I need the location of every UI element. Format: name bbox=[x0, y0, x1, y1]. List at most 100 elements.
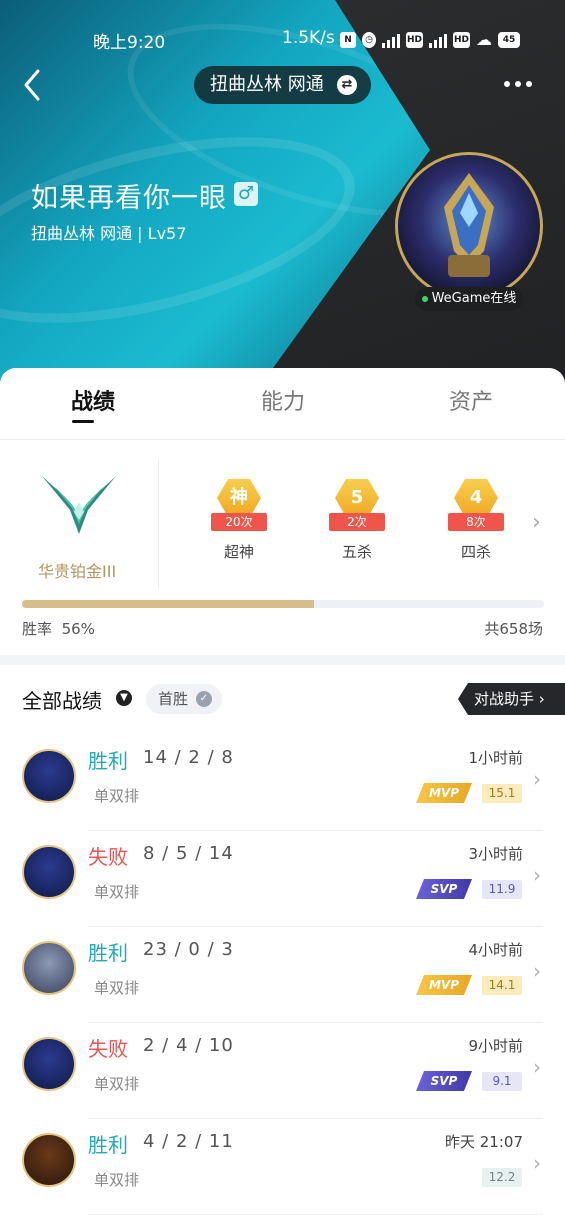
match-row[interactable]: 失败 8 / 5 / 14 单双排 3小时前 SVP 11.9 › bbox=[0, 831, 565, 927]
match-result: 胜利 bbox=[88, 1133, 128, 1157]
match-score: 15.1 bbox=[482, 784, 522, 803]
quadrakill-badge-icon: 4 8次 bbox=[446, 475, 506, 535]
active-tab-indicator bbox=[72, 420, 94, 423]
match-time: 9小时前 bbox=[468, 1037, 523, 1055]
svp-badge-icon: SVP bbox=[416, 879, 472, 899]
first-win-filter[interactable]: 首胜 ✓ bbox=[146, 684, 222, 714]
achievement-quadrakill[interactable]: 4 8次 四杀 bbox=[441, 475, 511, 562]
badge-glyph: 5 bbox=[335, 479, 379, 517]
achievement-pentakill[interactable]: 5 2次 五杀 bbox=[322, 475, 392, 562]
rank-label: 华贵铂金III bbox=[38, 562, 117, 581]
more-dot-icon bbox=[504, 81, 510, 87]
match-row[interactable]: 胜利 14 / 2 / 8 单双排 1小时前 MVP 15.1 › bbox=[0, 735, 565, 831]
more-dot-icon bbox=[526, 81, 532, 87]
server-switcher[interactable]: 扭曲丛林 网通 ⇄ bbox=[194, 66, 371, 104]
match-kda: 2 / 4 / 10 bbox=[143, 1035, 234, 1056]
online-status-badge: WeGame在线 bbox=[415, 287, 523, 311]
platinum-rank-icon[interactable] bbox=[40, 472, 118, 536]
status-time: 晚上9:20 bbox=[93, 33, 166, 53]
match-result: 胜利 bbox=[88, 749, 128, 773]
network-speed: 1.5K/s bbox=[282, 28, 335, 48]
total-games: 共658场 bbox=[484, 620, 543, 638]
champion-avatar bbox=[22, 1133, 76, 1187]
achievement-label: 超神 bbox=[223, 543, 254, 561]
signal-icon bbox=[382, 32, 400, 48]
player-avatar[interactable] bbox=[395, 152, 543, 300]
win-rate-fill bbox=[22, 600, 315, 608]
more-menu-button[interactable] bbox=[504, 74, 536, 94]
app-root: 晚上9:20 1.5K/s N ◷ HD HD ☁ 45 扭曲丛林 网通 ⇄ 如… bbox=[0, 0, 565, 1215]
match-score: 14.1 bbox=[482, 976, 522, 995]
match-time: 3小时前 bbox=[468, 845, 523, 863]
status-bar: 晚上9:20 1.5K/s N ◷ HD HD ☁ 45 bbox=[0, 28, 565, 53]
champion-avatar bbox=[22, 941, 76, 995]
achievement-legendary[interactable]: 神 20次 超神 bbox=[204, 475, 274, 562]
check-icon: ✓ bbox=[196, 691, 212, 707]
champion-avatar bbox=[22, 845, 76, 899]
achievement-count: 20次 bbox=[211, 513, 267, 531]
tab-bar: 战绩 能力 资产 bbox=[0, 368, 565, 440]
match-mode: 单双排 bbox=[94, 883, 140, 901]
match-result: 胜利 bbox=[88, 941, 128, 965]
battery-icon: 45 bbox=[498, 31, 520, 48]
hd-icon: HD bbox=[453, 31, 470, 48]
match-kda: 14 / 2 / 8 bbox=[143, 747, 234, 768]
tab-assets[interactable]: 资产 bbox=[449, 384, 493, 416]
tab-ability[interactable]: 能力 bbox=[261, 384, 305, 416]
online-status-text: WeGame在线 bbox=[431, 291, 517, 306]
chevron-down-icon[interactable]: ▼ bbox=[116, 690, 132, 706]
match-result: 失败 bbox=[88, 845, 128, 869]
champion-portrait-icon bbox=[444, 173, 494, 277]
match-kda: 4 / 2 / 11 bbox=[143, 1131, 234, 1152]
match-score: 11.9 bbox=[482, 880, 522, 899]
badge-glyph: 4 bbox=[454, 479, 498, 517]
match-filter-title[interactable]: 全部战绩 bbox=[22, 685, 102, 714]
match-score: 12.2 bbox=[482, 1168, 522, 1187]
divider bbox=[158, 460, 159, 588]
match-kda: 8 / 5 / 14 bbox=[143, 843, 234, 864]
more-dot-icon bbox=[515, 81, 521, 87]
tab-record[interactable]: 战绩 bbox=[71, 384, 115, 416]
swap-icon: ⇄ bbox=[337, 75, 357, 95]
match-row[interactable]: 胜利 23 / 0 / 3 单双排 4小时前 MVP 14.1 › bbox=[0, 927, 565, 1023]
achievement-count: 2次 bbox=[329, 513, 385, 531]
chevron-right-icon: › bbox=[533, 959, 541, 983]
achievement-label: 五杀 bbox=[341, 543, 372, 561]
match-time: 1小时前 bbox=[468, 749, 523, 767]
win-rate-text: 胜率 56% bbox=[22, 618, 95, 639]
profile-header: 晚上9:20 1.5K/s N ◷ HD HD ☁ 45 扭曲丛林 网通 ⇄ 如… bbox=[0, 0, 565, 400]
hd-icon: HD bbox=[406, 31, 423, 48]
win-rate-value: 56% bbox=[61, 620, 95, 638]
match-mode: 单双排 bbox=[94, 979, 140, 997]
mvp-badge-icon: MVP bbox=[416, 783, 472, 803]
legendary-badge-icon: 神 20次 bbox=[209, 475, 269, 535]
match-list-header: 全部战绩 ▼ 首胜 ✓ 对战助手 › bbox=[0, 665, 565, 735]
champion-avatar bbox=[22, 1037, 76, 1091]
match-result: 失败 bbox=[88, 1037, 128, 1061]
alarm-icon: ◷ bbox=[362, 31, 376, 48]
online-dot-icon bbox=[421, 295, 428, 302]
win-rate-label: 胜率 bbox=[22, 620, 53, 638]
badge-glyph: 神 bbox=[217, 479, 261, 517]
champion-avatar bbox=[22, 749, 76, 803]
section-gap bbox=[0, 655, 565, 665]
chevron-right-icon: › bbox=[533, 767, 541, 791]
pentakill-badge-icon: 5 2次 bbox=[327, 475, 387, 535]
chevron-right-icon: › bbox=[533, 1055, 541, 1079]
win-rate-bar bbox=[22, 600, 544, 608]
match-row[interactable]: 失败 2 / 4 / 10 单双排 9小时前 SVP 9.1 › bbox=[0, 1023, 565, 1119]
back-arrow-icon bbox=[24, 69, 40, 101]
record-summary: 华贵铂金III 神 20次 超神 5 2次 五杀 4 8次 四杀 › 胜率 56… bbox=[0, 440, 565, 655]
match-mode: 单双排 bbox=[94, 787, 140, 805]
back-button[interactable] bbox=[20, 68, 50, 102]
match-time: 4小时前 bbox=[468, 941, 523, 959]
first-win-label: 首胜 bbox=[158, 690, 189, 708]
match-mode: 单双排 bbox=[94, 1171, 140, 1189]
match-row[interactable]: 胜利 4 / 2 / 11 单双排 昨天 21:07 12.2 › bbox=[0, 1119, 565, 1215]
achievement-count: 8次 bbox=[448, 513, 504, 531]
battle-assistant-label: 对战助手 bbox=[474, 690, 535, 708]
cloud-icon: ☁ bbox=[476, 30, 492, 49]
chevron-right-icon: › bbox=[533, 1151, 541, 1175]
battle-assistant-button[interactable]: 对战助手 › bbox=[458, 683, 565, 715]
chevron-right-icon[interactable]: › bbox=[532, 510, 541, 535]
